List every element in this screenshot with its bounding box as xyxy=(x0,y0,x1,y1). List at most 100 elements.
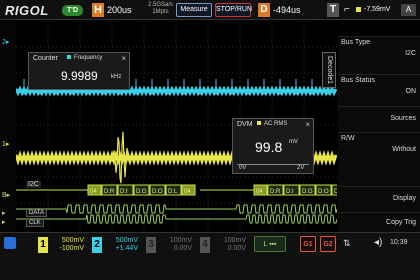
channel-1-number: 1 xyxy=(38,237,48,253)
channel-3-number: 3 xyxy=(146,237,156,253)
channel-2-scale: 500mV xyxy=(115,237,138,244)
speaker-icon[interactable]: ◂) xyxy=(374,236,386,250)
network-icon: ⇅ xyxy=(343,238,351,248)
close-icon[interactable]: × xyxy=(121,54,126,63)
mode-badge[interactable]: T'D xyxy=(62,5,83,16)
dvm-scale-high: 2V xyxy=(297,165,305,171)
generator-1-button[interactable]: G1 xyxy=(300,236,316,252)
trigger-mode[interactable]: A xyxy=(401,4,416,16)
dvm-source-dot xyxy=(257,121,261,126)
menu-rw-label: R/W xyxy=(341,135,355,142)
counter-panel[interactable]: Counter Frequency × 9.9989 kHz xyxy=(28,52,130,90)
home-icon[interactable] xyxy=(4,237,16,249)
channel-1-scale: 500mV xyxy=(61,237,84,244)
measure-button[interactable]: Measure xyxy=(176,3,212,17)
bus-label: I2C xyxy=(26,181,41,188)
channel-3-offset: 0.00V xyxy=(173,245,192,252)
menu-display[interactable]: Display xyxy=(338,186,420,210)
trigger-label[interactable]: T xyxy=(327,3,339,17)
bottom-bar: 1 500mV -100mV 2 500mV +1.44V 3 100mV 0.00V… xyxy=(0,232,420,280)
clock: 10:39 xyxy=(390,239,408,246)
i2c-frame-label: 04 xyxy=(184,189,191,195)
channel-2[interactable]: 2 500mV +1.44V xyxy=(92,237,142,253)
channel-4-number: 4 xyxy=(200,237,210,253)
dvm-scale-low: 0V xyxy=(239,165,247,171)
counter-source-dot xyxy=(67,55,71,60)
ch2-marker: 2▸ xyxy=(2,39,10,46)
left-gutter xyxy=(0,21,16,232)
menu-rw[interactable]: R/W Without xyxy=(338,132,420,170)
menu-bus-status-label: Bus Status xyxy=(341,77,375,84)
menu-bus-status[interactable]: Bus Status ON xyxy=(338,74,420,102)
channel-1-offset: -100mV xyxy=(59,245,84,252)
channel-1[interactable]: 1 500mV -100mV xyxy=(38,237,88,253)
channel-4-scale: 100mV xyxy=(223,237,246,244)
counter-title: Counter xyxy=(33,55,58,62)
trigger-level[interactable]: -7.59mV xyxy=(356,4,394,16)
sample-info: 2.5GSa/s 1Mpts xyxy=(148,2,173,16)
counter-unit: kHz xyxy=(111,74,122,80)
channel-4-info: 100mV 0.00V xyxy=(212,237,246,253)
i2c-frame-label: D:L xyxy=(168,189,178,195)
data-label: DATA xyxy=(26,209,48,217)
i2c-frame-label: D:R xyxy=(104,189,115,195)
mem-depth: 1Mpts xyxy=(152,9,169,15)
generator-2-button[interactable]: G2 xyxy=(320,236,336,252)
menu-bus-type[interactable]: Bus Type I2C xyxy=(338,36,420,72)
counter-value: 9.9989 xyxy=(61,69,98,83)
delay-label[interactable]: D xyxy=(258,3,270,17)
channel-3-scale: 100mV xyxy=(169,237,192,244)
i2c-frame-label: D:G xyxy=(136,189,147,195)
brand-logo: RIGOL xyxy=(5,3,49,18)
channel-3-info: 100mV 0.00V xyxy=(158,237,192,253)
top-status-bar: RIGOL T'D H 200us 2.5GSa/s 1Mpts Measure… xyxy=(0,0,420,20)
dvm-tag: AC RMS xyxy=(257,121,287,127)
dvm-value: 99.8 xyxy=(255,139,283,155)
i2c-frame-label: D:I xyxy=(286,189,294,195)
dvm-unit: mV xyxy=(289,139,298,145)
i2c-frame-label: D:R xyxy=(270,189,281,195)
close-icon[interactable]: × xyxy=(305,120,310,129)
i2c-frame-label: D:O xyxy=(318,189,329,195)
dvm-tag-label: AC RMS xyxy=(264,121,288,127)
counter-tag-label: Frequency xyxy=(74,55,103,61)
menu-copy-trig-label: Copy Trig xyxy=(386,219,416,226)
dvm-panel[interactable]: DVM AC RMS × 99.8 mV 0V 2V xyxy=(232,118,314,174)
channel-4-offset: 0.00V xyxy=(227,245,246,252)
i2c-frame-label: 04 xyxy=(256,189,263,195)
data-trace xyxy=(16,204,337,214)
d0-marker: ▸ xyxy=(2,210,6,217)
menu-bus-type-value: I2C xyxy=(405,50,416,57)
channel-2-info: 500mV +1.44V xyxy=(104,237,138,253)
menu-rw-value: Without xyxy=(392,146,416,153)
dvm-title: DVM xyxy=(237,121,253,128)
menu-copy-trig[interactable]: Copy Trig xyxy=(338,212,420,232)
decode-tab[interactable]: Decode1 xyxy=(322,52,336,88)
clk-label: CLK xyxy=(26,219,44,227)
channel-2-offset: +1.44V xyxy=(115,245,138,252)
trigger-edge-icon: ⌐ xyxy=(344,4,350,15)
logic-analyzer-button[interactable]: L ▪▪▪ xyxy=(254,236,286,252)
ch1-marker: 1▸ xyxy=(2,141,10,148)
counter-tag: Frequency xyxy=(67,55,102,61)
stop-run-button[interactable]: STOP/RUN xyxy=(215,3,252,17)
channel-3[interactable]: 3 100mV 0.00V xyxy=(146,237,196,253)
channel-4[interactable]: 4 100mV 0.00V xyxy=(200,237,250,253)
timebase-value[interactable]: 200us xyxy=(107,5,132,15)
side-menu: Bus Type I2C Bus Status ON Sources R/W W… xyxy=(338,36,420,232)
menu-sources[interactable]: Sources xyxy=(338,106,420,132)
i2c-frame-label: D:L xyxy=(334,189,337,195)
i2c-frame-label: D:I xyxy=(120,189,128,195)
menu-bus-type-label: Bus Type xyxy=(341,39,371,46)
i2c-frame-label: D:G xyxy=(302,189,313,195)
menu-sources-label: Sources xyxy=(390,115,416,122)
delay-value[interactable]: -494us xyxy=(273,5,301,15)
menu-display-label: Display xyxy=(393,195,416,202)
menu-bus-status-value: ON xyxy=(405,88,417,95)
i2c-frame-label: D:O xyxy=(152,189,163,195)
channel-1-info: 500mV -100mV xyxy=(50,237,84,253)
d1-marker: ▸ xyxy=(2,219,6,226)
trigger-level-value: -7.59mV xyxy=(364,6,391,13)
logic-analyzer-label: L xyxy=(263,241,268,248)
horizontal-label[interactable]: H xyxy=(92,3,104,17)
